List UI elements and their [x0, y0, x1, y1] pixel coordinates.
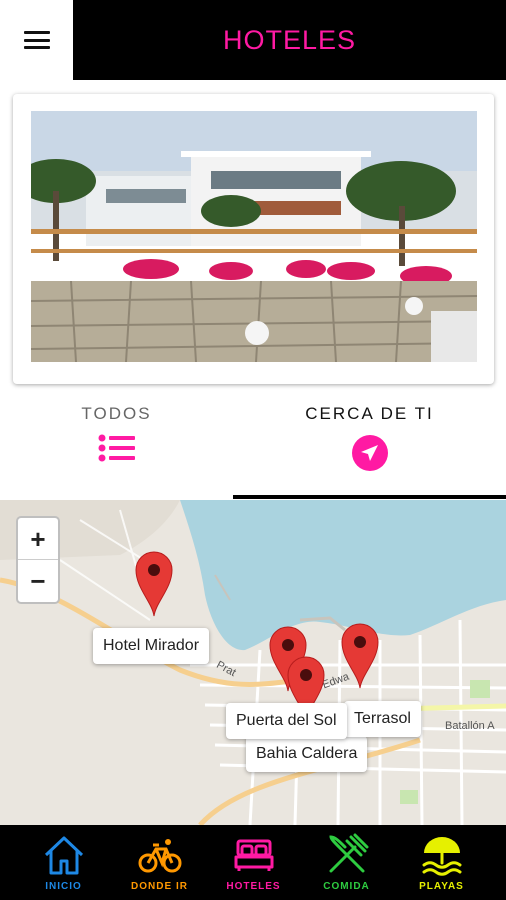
tab-cerca-de-ti[interactable]: CERCA DE TI — [233, 392, 506, 500]
nav-item-inicio[interactable]: INICIO — [13, 825, 114, 900]
map-view[interactable]: Prat Edwa Batallón A Hotel Mirador Bahia… — [0, 500, 506, 825]
hamburger-icon — [23, 31, 50, 49]
beach-umbrella-icon — [422, 837, 461, 876]
tab-bar: TODOS CERCA DE TI — [0, 392, 506, 500]
hotel-marker[interactable] — [134, 550, 174, 618]
hotel-label-terrasol[interactable]: Terrasol — [344, 701, 421, 737]
zoom-control: + − — [16, 516, 60, 604]
page-title: HOTELES — [222, 25, 357, 55]
bottom-nav: INICIO DONDE IR HOTELES COMIDA PLAYAS — [0, 825, 506, 900]
bicycle-icon — [138, 839, 181, 873]
hotel-label-mirador[interactable]: Hotel Mirador — [93, 628, 210, 664]
tab-todos[interactable]: TODOS — [0, 392, 233, 500]
fork-knife-icon — [328, 833, 368, 873]
nav-label-hoteles: HOTELES — [226, 881, 281, 892]
tab-todos-label: TODOS — [81, 404, 152, 423]
nav-item-hoteles[interactable]: HOTELES — [203, 825, 304, 900]
bed-icon — [234, 839, 273, 871]
nav-item-comida[interactable]: COMIDA — [296, 825, 397, 900]
nav-label-inicio: INICIO — [45, 881, 82, 892]
hotel-photo-card — [13, 94, 494, 384]
hotel-label-puerta-del-sol[interactable]: Puerta del Sol — [226, 703, 347, 739]
home-icon — [44, 836, 83, 875]
menu-button[interactable] — [0, 0, 73, 80]
nav-item-playas[interactable]: PLAYAS — [391, 825, 492, 900]
nav-label-comida: COMIDA — [323, 881, 370, 892]
navigation-arrow-icon — [351, 435, 388, 471]
tab-cerca-label: CERCA DE TI — [305, 404, 434, 423]
zoom-in-button[interactable]: + — [18, 518, 58, 560]
list-icon — [98, 434, 135, 462]
nav-label-playas: PLAYAS — [419, 881, 464, 892]
zoom-out-button[interactable]: − — [18, 560, 58, 602]
app-header: HOTELES — [0, 0, 506, 80]
hotel-marker[interactable] — [340, 622, 380, 690]
active-tab-indicator — [233, 495, 506, 499]
hotel-label-bahia-caldera[interactable]: Bahia Caldera — [246, 736, 368, 772]
hotel-photo — [31, 111, 477, 362]
nav-label-donde-ir: DONDE IR — [131, 881, 188, 892]
street-label: Batallón A — [445, 720, 495, 732]
nav-item-donde-ir[interactable]: DONDE IR — [109, 825, 210, 900]
